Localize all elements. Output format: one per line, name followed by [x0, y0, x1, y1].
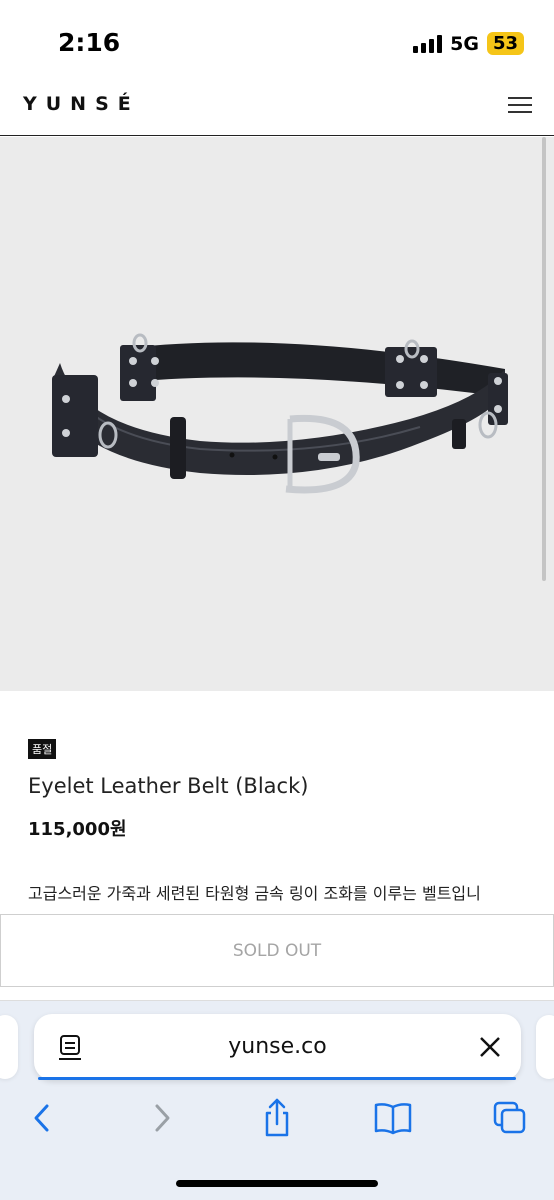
site-header: YUNSÉ: [0, 76, 554, 136]
url-text[interactable]: yunse.co: [34, 1034, 521, 1059]
status-bar: 2:16 5G 53: [0, 0, 554, 76]
product-description: 고급스러운 가죽과 세련된 타원형 금속 링이 조화를 이루는 벨트입니: [28, 884, 481, 903]
network-type: 5G: [450, 32, 479, 55]
product-price: 115,000원: [28, 819, 127, 840]
scroll-indicator[interactable]: [542, 137, 546, 581]
brand-logo[interactable]: YUNSÉ: [23, 93, 140, 115]
tabs-icon: [493, 1101, 526, 1134]
status-time: 2:16: [58, 28, 121, 57]
close-icon[interactable]: [477, 1034, 503, 1060]
home-indicator: [176, 1180, 378, 1187]
back-button[interactable]: [20, 1096, 64, 1140]
hamburger-menu-icon[interactable]: [508, 96, 532, 114]
address-bar[interactable]: yunse.co: [34, 1014, 521, 1080]
cellular-signal-icon: [413, 34, 443, 53]
bookmarks-button[interactable]: [371, 1096, 415, 1140]
browser-nav-toolbar: [0, 1096, 554, 1146]
belt-illustration: [52, 333, 508, 494]
share-icon: [265, 1098, 289, 1137]
page-load-progress: [38, 1077, 516, 1080]
share-button[interactable]: [255, 1096, 299, 1140]
bookmarks-icon: [374, 1103, 412, 1135]
forward-button[interactable]: [140, 1096, 184, 1140]
next-tab-preview[interactable]: [536, 1015, 554, 1079]
tabs-button[interactable]: [488, 1096, 532, 1140]
product-title: Eyelet Leather Belt (Black): [28, 774, 309, 798]
battery-indicator: 53: [486, 32, 524, 55]
status-indicators: 5G 53: [413, 32, 524, 55]
forward-icon: [155, 1104, 170, 1132]
previous-tab-preview[interactable]: [0, 1015, 18, 1079]
product-image[interactable]: [0, 137, 554, 691]
sold-out-button[interactable]: SOLD OUT: [0, 914, 554, 987]
back-icon: [34, 1104, 49, 1132]
status-badge: 품절: [28, 739, 57, 759]
